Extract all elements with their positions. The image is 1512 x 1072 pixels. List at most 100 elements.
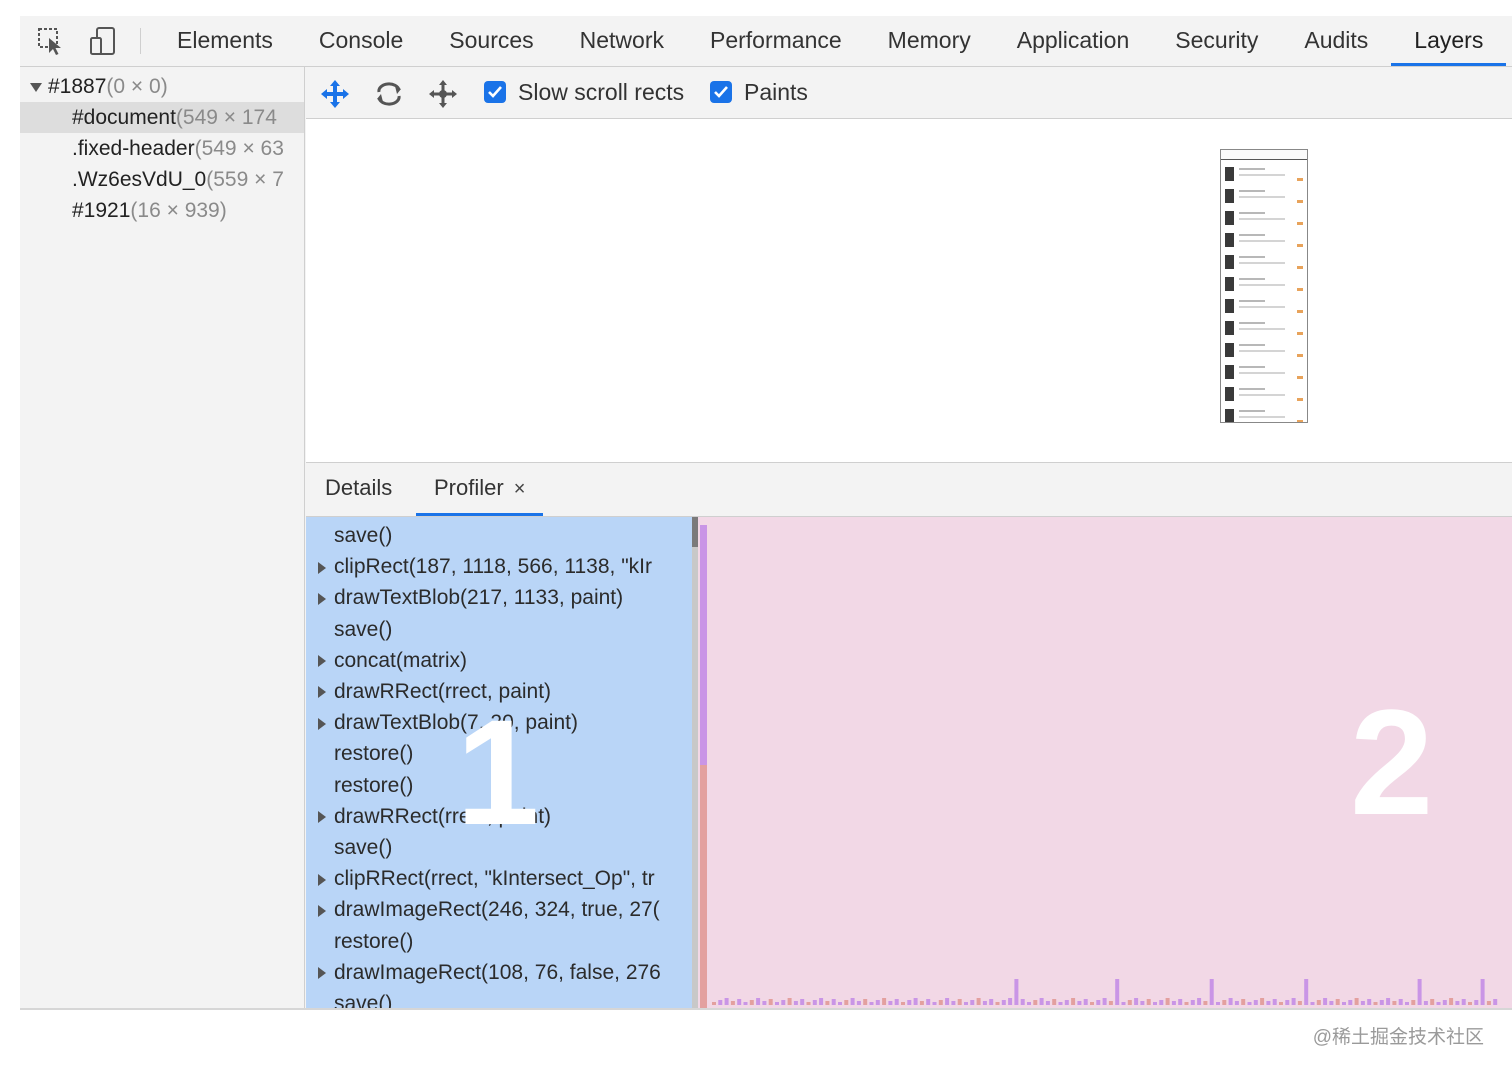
layers-3d-viewport[interactable]	[306, 119, 1512, 463]
thumbnail-row	[1223, 406, 1305, 422]
timeline-bar	[1102, 998, 1107, 1005]
timeline-bar	[1247, 1002, 1252, 1005]
timeline-bar	[775, 1002, 779, 1005]
layer-tree-item[interactable]: .fixed-header(549 × 63	[20, 133, 304, 164]
toolbar-separator	[140, 28, 141, 54]
expand-triangle-icon[interactable]	[318, 592, 326, 605]
timeline-bar	[1071, 998, 1076, 1005]
timeline-bar	[1442, 1000, 1447, 1005]
expand-triangle-icon[interactable]	[318, 904, 326, 917]
timeline-bar	[831, 999, 836, 1005]
layer-size: (559 × 7	[206, 168, 284, 191]
timeline-bar	[1159, 1000, 1164, 1005]
paint-command-log[interactable]: save() drawImageRect(108, 76, false, 276 r…	[306, 517, 692, 1008]
reset-transform-icon[interactable]	[426, 77, 460, 111]
paint-command-row[interactable]: save()	[306, 520, 692, 551]
thumbnail-l2	[1239, 262, 1285, 264]
inspect-element-icon[interactable]	[36, 26, 66, 56]
paint-command-text: drawImageRect(246, 324, true, 27(	[334, 898, 660, 922]
paint-command-row[interactable]: clipRRect(rrect, "kIntersect_Op", tr	[306, 863, 692, 894]
timeline-bar	[907, 1000, 912, 1005]
layer-thumbnail[interactable]	[1220, 149, 1308, 423]
paint-command-row[interactable]: drawTextBlob(217, 1133, paint)	[306, 582, 692, 613]
tab-console[interactable]: Console	[296, 16, 426, 66]
close-icon[interactable]: ×	[514, 478, 526, 500]
paint-command-row[interactable]: restore()	[306, 926, 692, 957]
layer-tree-item[interactable]: #document(549 × 174	[20, 102, 304, 133]
timeline-bar	[894, 999, 899, 1005]
pan-mode-icon[interactable]	[318, 77, 352, 111]
timeline-bar	[1297, 1001, 1302, 1005]
thumbnail-l1	[1239, 190, 1265, 192]
paint-command-text: concat(matrix)	[334, 648, 468, 672]
thumbnail-l1	[1239, 322, 1265, 324]
layer-tree-item[interactable]: #1921(16 × 939)	[20, 195, 304, 226]
thumbnail-l1	[1239, 366, 1265, 368]
expand-triangle-icon[interactable]	[318, 655, 326, 668]
paint-command-row[interactable]: save()	[306, 988, 692, 1008]
expand-triangle-icon[interactable]	[318, 811, 326, 824]
timeline-bar	[806, 1002, 811, 1005]
paint-command-text: restore()	[334, 773, 414, 797]
thumbnail-av	[1225, 189, 1234, 203]
thumbnail-row	[1223, 230, 1305, 252]
tab-audits[interactable]: Audits	[1281, 16, 1391, 66]
layer-tree-item[interactable]: .Wz6esVdU_0(559 × 7	[20, 164, 304, 195]
expand-triangle-icon[interactable]	[30, 82, 42, 92]
timeline-bar	[812, 1000, 817, 1005]
paint-command-row[interactable]: drawImageRect(246, 324, true, 27(	[306, 894, 692, 925]
timeline-bar	[1354, 998, 1359, 1005]
window-bottom-border	[20, 1008, 1512, 1010]
device-toolbar-icon[interactable]	[88, 26, 118, 56]
tab-sources[interactable]: Sources	[426, 16, 556, 66]
timeline-bar	[1405, 1002, 1409, 1005]
timeline-bar	[1430, 999, 1435, 1005]
tab-layers[interactable]: Layers	[1391, 16, 1507, 66]
thumbnail-av	[1225, 343, 1234, 357]
tab-memory[interactable]: Memory	[865, 16, 994, 66]
timeline-bar	[919, 1001, 924, 1005]
overlay-mark-1: 1	[456, 688, 540, 856]
thumbnail-row	[1223, 296, 1305, 318]
timeline-bar	[762, 1001, 767, 1005]
timeline-bar	[1090, 1002, 1094, 1005]
tab-security[interactable]: Security	[1152, 16, 1281, 66]
expand-triangle-icon[interactable]	[318, 967, 326, 980]
timeline-bar	[964, 1002, 968, 1005]
tab-profiler[interactable]: Profiler ×	[416, 463, 544, 516]
expand-triangle-icon[interactable]	[318, 686, 326, 699]
timeline-bar	[1209, 979, 1214, 1005]
layer-tree-item[interactable]: #1887(0 × 0)	[20, 71, 304, 102]
timeline-bar	[976, 998, 981, 1005]
tab-elements[interactable]: Elements	[154, 16, 296, 66]
timeline-bar	[863, 999, 868, 1005]
timeline-bar	[856, 1001, 861, 1005]
paint-command-row[interactable]: save()	[306, 614, 692, 645]
timeline-bar	[1115, 979, 1120, 1005]
paint-command-row[interactable]: clipRect(187, 1118, 566, 1138, "kIr	[306, 551, 692, 582]
tab-application[interactable]: Application	[994, 16, 1153, 66]
layer-name: .Wz6esVdU_0	[72, 168, 207, 191]
expand-triangle-icon[interactable]	[318, 561, 326, 574]
paints-checkbox[interactable]	[710, 81, 732, 103]
paint-profiler-timeline[interactable]: 2	[698, 517, 1512, 1008]
tab-performance[interactable]: Performance	[687, 16, 865, 66]
slow-scroll-rects-checkbox[interactable]	[484, 81, 506, 103]
timeline-bar	[1165, 998, 1170, 1005]
timeline-bar	[712, 1002, 716, 1005]
paint-command-text: drawTextBlob(217, 1133, paint)	[334, 586, 624, 610]
paint-command-row[interactable]: drawImageRect(108, 76, false, 276	[306, 957, 692, 988]
expand-triangle-icon[interactable]	[318, 873, 326, 886]
timeline-bar	[819, 998, 824, 1005]
paint-command-row[interactable]: concat(matrix)	[306, 645, 692, 676]
timeline-bar	[1077, 1001, 1082, 1005]
timeline-bar	[1203, 1001, 1208, 1005]
expand-triangle-icon[interactable]	[318, 717, 326, 730]
tab-details[interactable]: Details	[325, 463, 392, 513]
tab-network[interactable]: Network	[557, 16, 687, 66]
layer-size: (549 × 63	[194, 137, 284, 160]
thumbnail-l1	[1239, 300, 1265, 302]
thumbnail-l2	[1239, 196, 1285, 198]
timeline-bar	[1360, 1001, 1365, 1005]
rotate-mode-icon[interactable]	[372, 77, 406, 111]
